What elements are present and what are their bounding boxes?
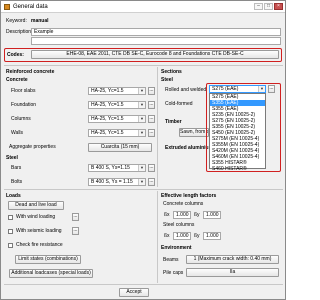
additional-loadcases-button[interactable]: Additional loadcases (special loads) bbox=[9, 269, 93, 278]
chevron-down-icon: ▼ bbox=[138, 102, 145, 108]
maximize-icon[interactable]: □ bbox=[264, 3, 273, 10]
chevron-down-icon: ▼ bbox=[138, 116, 145, 122]
description-input-line2[interactable] bbox=[31, 37, 281, 45]
steel-by-input[interactable]: 1.000 bbox=[203, 232, 221, 240]
chevron-down-icon: ▼ bbox=[138, 130, 145, 136]
steel-grade-dropdown: S275 (EAE) S355 (EAE) S355 (EAE) S235 (E… bbox=[209, 93, 266, 172]
bars-label: Bars bbox=[11, 165, 22, 171]
window-title: General data bbox=[13, 4, 48, 10]
window-controls: – □ × bbox=[254, 3, 283, 10]
steel-by-label: ßy bbox=[194, 233, 200, 239]
concrete-columns-label: Concrete columns bbox=[163, 201, 204, 207]
wind-checkbox[interactable] bbox=[8, 215, 13, 220]
keyword-value: manual bbox=[31, 18, 49, 24]
pile-caps-label: Pile caps bbox=[163, 270, 184, 276]
description-label: Description: bbox=[6, 29, 33, 35]
walls-more-button[interactable]: ... bbox=[148, 129, 155, 137]
walls-label: Walls bbox=[11, 130, 24, 136]
sections-title: Sections bbox=[161, 69, 182, 75]
rolled-welded-label: Rolled and welded bbox=[165, 87, 207, 93]
foundation-select[interactable]: HA-25, Yc=1.5 ▼ bbox=[88, 101, 146, 109]
steel-bx-input[interactable]: 1.000 bbox=[173, 232, 191, 240]
columns-select[interactable]: HA-25, Yc=1.5 ▼ bbox=[88, 115, 146, 123]
description-input[interactable]: Example bbox=[31, 28, 281, 36]
fire-label: Check fire resistance bbox=[16, 242, 63, 248]
bolts-more-button[interactable]: ... bbox=[148, 178, 155, 186]
floor-slabs-more-button[interactable]: ... bbox=[148, 87, 155, 95]
reinforced-concrete-title: Reinforced concrete bbox=[6, 69, 55, 75]
bars-select[interactable]: B 400 S, Ys=1.15 ▼ bbox=[88, 164, 146, 172]
concrete-title: Concrete bbox=[6, 77, 28, 83]
separator bbox=[4, 284, 283, 285]
cold-formed-label: Cold-formed bbox=[165, 101, 193, 107]
columns-more-button[interactable]: ... bbox=[148, 115, 155, 123]
steel-bx-label: ßx bbox=[164, 233, 170, 239]
aggregate-label: Aggregate properties bbox=[9, 144, 56, 150]
column-divider bbox=[157, 67, 158, 187]
concrete-bx-input[interactable]: 1.000 bbox=[173, 211, 191, 219]
seismic-checkbox[interactable] bbox=[8, 229, 13, 234]
foundation-label: Foundation bbox=[11, 102, 37, 108]
columns-label: Columns bbox=[11, 116, 31, 122]
separator bbox=[4, 189, 283, 190]
sections-steel-title: Steel bbox=[161, 77, 173, 83]
effective-length-title: Effective length factors bbox=[161, 193, 217, 199]
column-divider bbox=[157, 191, 158, 283]
close-icon[interactable]: × bbox=[274, 3, 283, 10]
timber-button[interactable]: Sawn, from co bbox=[179, 128, 209, 137]
limit-states-button[interactable]: Limit states (combinations) bbox=[15, 255, 81, 264]
steel-columns-label: Steel columns bbox=[163, 222, 195, 228]
steel-title: Steel bbox=[6, 155, 18, 161]
aggregate-button[interactable]: Cuarcita (15 mm) bbox=[88, 143, 152, 152]
bolts-label: Bolts bbox=[11, 179, 23, 185]
title-bar: General data – □ × bbox=[1, 1, 285, 13]
app-icon bbox=[4, 4, 10, 10]
extruded-aluminium-label: Extruded aluminiu bbox=[165, 145, 209, 151]
wind-label: With wind loading bbox=[16, 214, 56, 220]
timber-label: Timber bbox=[165, 119, 182, 125]
concrete-bx-label: ßx bbox=[164, 212, 170, 218]
separator bbox=[4, 65, 283, 66]
dead-live-load-button[interactable]: Dead and live load bbox=[8, 201, 64, 210]
concrete-by-label: ßy bbox=[194, 212, 200, 218]
foundation-more-button[interactable]: ... bbox=[148, 101, 155, 109]
beams-label: Beams bbox=[163, 257, 179, 263]
accept-button[interactable]: Accept bbox=[119, 288, 149, 297]
general-data-window: General data – □ × Keyword: manual Descr… bbox=[0, 0, 286, 300]
environment-title: Environment bbox=[161, 245, 192, 251]
concrete-by-input[interactable]: 1.000 bbox=[203, 211, 221, 219]
chevron-down-icon: ▼ bbox=[138, 179, 145, 185]
keyword-label: Keyword: bbox=[6, 18, 27, 24]
minimize-icon[interactable]: – bbox=[254, 3, 263, 10]
chevron-down-icon: ▼ bbox=[138, 165, 145, 171]
codes-button[interactable]: EHE-08, EAE 2011, CTE DB SE-C, Eurocode … bbox=[31, 50, 279, 59]
seismic-label: With seismic loading bbox=[16, 228, 62, 234]
chevron-down-icon: ▼ bbox=[138, 88, 145, 94]
dropdown-option[interactable]: S460 HISTAR® bbox=[210, 166, 265, 172]
bolts-select[interactable]: B 400 S, Ys = 1.15 ▼ bbox=[88, 178, 146, 186]
floor-slabs-label: Floor slabs bbox=[11, 88, 36, 94]
walls-select[interactable]: HA-25, Yc=1.5 ▼ bbox=[88, 129, 146, 137]
wind-more-button[interactable]: ... bbox=[72, 213, 79, 221]
seismic-more-button[interactable]: ... bbox=[72, 227, 79, 235]
fire-checkbox[interactable] bbox=[8, 243, 13, 248]
pile-caps-exposure-button[interactable]: IIa bbox=[186, 268, 279, 277]
loads-title: Loads bbox=[6, 193, 21, 199]
floor-slabs-select[interactable]: HA-25, Yc=1.5 ▼ bbox=[88, 87, 146, 95]
beams-exposure-button[interactable]: 1 (Maximum crack width: 0.40 mm) bbox=[186, 255, 279, 264]
bars-more-button[interactable]: ... bbox=[148, 164, 155, 172]
codes-label: Codes: bbox=[7, 52, 24, 58]
